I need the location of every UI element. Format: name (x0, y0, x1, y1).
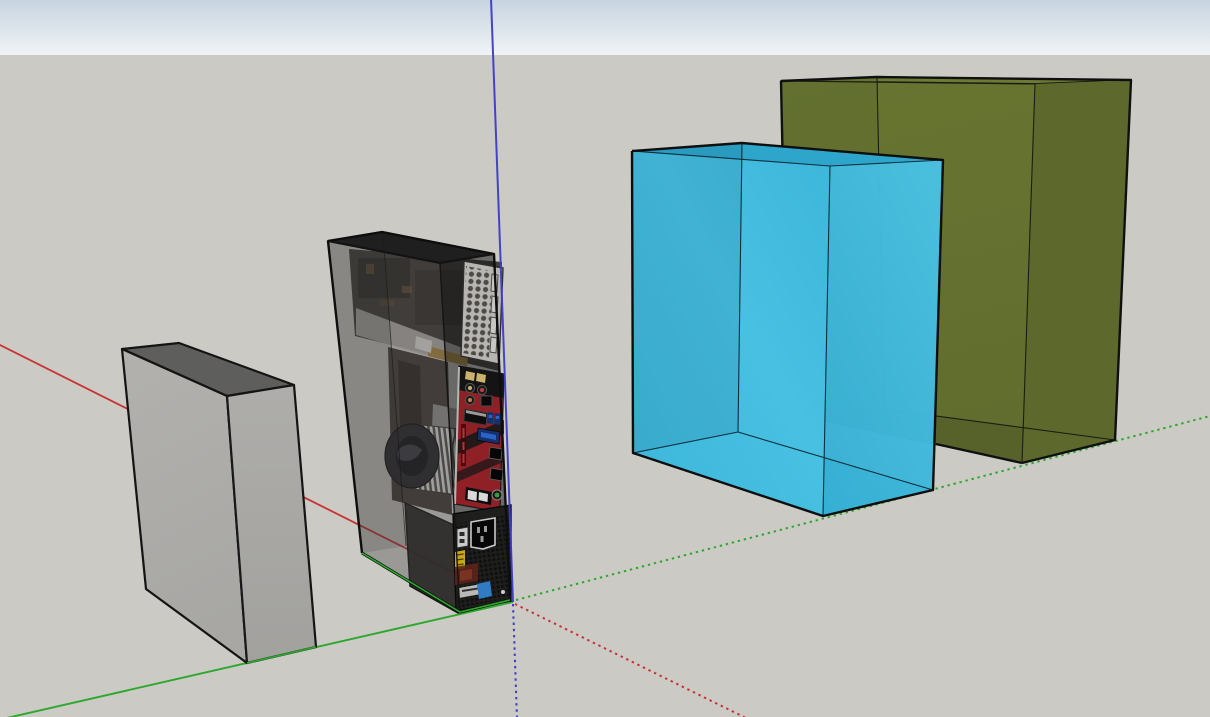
modeling-viewport (0, 0, 1210, 717)
psu-power-socket (471, 518, 495, 549)
cyan-box-left-tint (632, 143, 742, 453)
psu-warning-inner (460, 569, 472, 581)
hdmi-port-1 (489, 447, 502, 460)
psu-screw (501, 590, 505, 594)
psu-rear (453, 505, 511, 611)
psu-rocker-switch (457, 527, 468, 548)
optical-port (481, 396, 492, 406)
olive-box-right-face[interactable] (1022, 80, 1131, 463)
rog-text-block (461, 424, 466, 466)
cyan-box[interactable] (632, 143, 943, 516)
motherboard-io-panel (455, 366, 504, 512)
gpu-bracket-vent (463, 266, 492, 358)
hdmi-port-2 (490, 468, 503, 481)
psu-blue-tag (477, 581, 492, 599)
ps2-port (492, 490, 502, 500)
scene-canvas (0, 0, 1210, 717)
sky (0, 0, 1210, 56)
